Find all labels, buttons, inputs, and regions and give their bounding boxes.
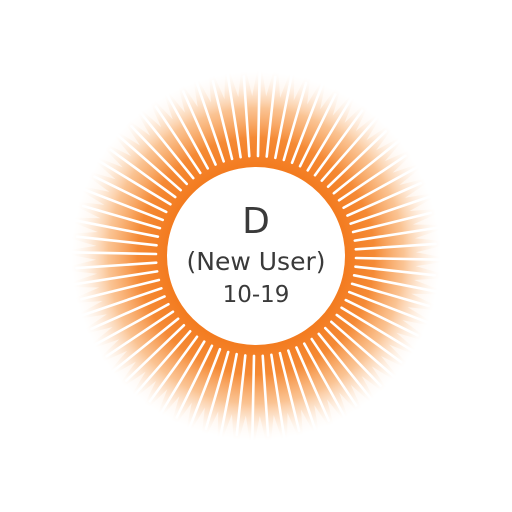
grade-letter: D (242, 201, 270, 242)
ray-line (250, 354, 256, 444)
ray-line (68, 250, 158, 256)
ray-line (256, 68, 262, 158)
badge-label: D (New User) 10-19 (156, 186, 356, 326)
score-badge: D (New User) 10-19 (0, 0, 512, 512)
score-range: 10-19 (222, 282, 290, 308)
user-status: (New User) (186, 247, 326, 276)
ray-line (354, 256, 444, 262)
